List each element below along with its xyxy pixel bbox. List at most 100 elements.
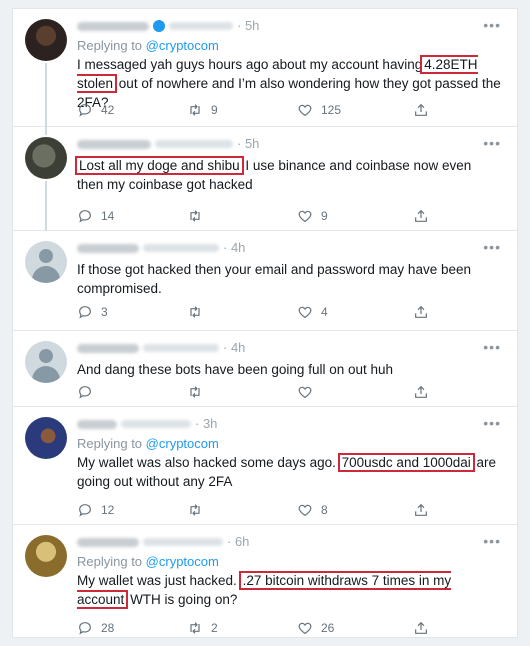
retweet-button[interactable]: 2: [187, 619, 218, 637]
display-name-redacted[interactable]: [77, 343, 139, 353]
default-avatar[interactable]: [25, 341, 67, 383]
timestamp[interactable]: · 3h: [195, 416, 217, 431]
highlight-box: Lost all my doge and shibu: [75, 156, 244, 175]
replying-to-label: Replying to: [77, 554, 143, 569]
tweet-text: And dang these bots have been going full…: [77, 362, 394, 377]
more-options-icon[interactable]: •••: [483, 135, 501, 151]
handle-redacted[interactable]: [155, 140, 233, 149]
default-avatar[interactable]: [25, 241, 67, 283]
tweet-4[interactable]: · 4h ••• And dang these bots have been g…: [13, 331, 517, 407]
display-name-redacted[interactable]: [77, 139, 151, 149]
like-count: 26: [321, 621, 335, 635]
tweet-5[interactable]: · 3h ••• Replying to @cryptocom My walle…: [13, 407, 517, 525]
display-name-redacted[interactable]: [77, 419, 117, 429]
action-bar: 3 4: [77, 303, 501, 321]
reply-count: 14: [101, 209, 115, 223]
more-options-icon[interactable]: •••: [483, 17, 501, 33]
timestamp[interactable]: · 5h: [237, 18, 259, 33]
display-name-redacted[interactable]: [77, 537, 139, 547]
display-name-redacted[interactable]: [77, 243, 139, 253]
reply-button[interactable]: 28: [77, 619, 114, 637]
reply-button[interactable]: [77, 383, 101, 401]
mention-link[interactable]: @cryptocom: [146, 554, 219, 569]
reply-icon: [79, 210, 91, 223]
text-segment: I messaged yah guys hours ago about my a…: [77, 57, 423, 72]
replying-to: Replying to @cryptocom: [77, 553, 501, 570]
handle-redacted[interactable]: [121, 420, 191, 429]
text-segment: WTH is going on?: [130, 592, 238, 607]
tweet-text: Lost all my doge and shibu I use binance…: [75, 156, 501, 194]
reply-button[interactable]: 12: [77, 501, 114, 519]
replying-to-label: Replying to: [77, 436, 143, 451]
reply-count: 28: [101, 621, 115, 635]
tweet-3[interactable]: · 4h ••• If those got hacked then your e…: [13, 231, 517, 331]
heart-icon: [298, 504, 312, 517]
avatar[interactable]: [25, 417, 67, 459]
avatar[interactable]: [25, 19, 67, 61]
timestamp[interactable]: · 6h: [227, 534, 249, 549]
reply-button[interactable]: 14: [77, 207, 114, 225]
tweet-header: · 5h •••: [77, 135, 501, 155]
tweet-1[interactable]: · 5h ••• Replying to @cryptocom I messag…: [13, 9, 517, 127]
tweet-text: My wallet was just hacked. .27 bitcoin w…: [77, 571, 501, 609]
retweet-icon: [190, 386, 200, 398]
retweet-icon: [190, 504, 200, 516]
like-count: 125: [321, 103, 342, 117]
tweet-6[interactable]: · 6h ••• Replying to @cryptocom My walle…: [13, 525, 517, 637]
reply-icon: [79, 306, 91, 319]
share-button[interactable]: [413, 101, 437, 119]
timestamp[interactable]: · 4h: [223, 240, 245, 255]
retweet-button[interactable]: [187, 383, 211, 401]
heart-icon: [298, 210, 312, 223]
more-options-icon[interactable]: •••: [483, 339, 501, 355]
reply-button[interactable]: 42: [77, 101, 114, 119]
like-button[interactable]: 125: [297, 101, 341, 119]
retweet-button[interactable]: [187, 207, 211, 225]
share-button[interactable]: [413, 383, 437, 401]
display-name-redacted[interactable]: [77, 21, 149, 31]
retweet-button[interactable]: 9: [187, 101, 218, 119]
handle-redacted[interactable]: [143, 344, 219, 353]
timestamp[interactable]: · 4h: [223, 340, 245, 355]
timestamp[interactable]: · 5h: [237, 136, 259, 151]
action-bar: 42 9 125: [77, 101, 501, 119]
like-count: 9: [321, 209, 328, 223]
avatar[interactable]: [25, 535, 67, 577]
verified-badge-icon: [153, 20, 165, 33]
mention-link[interactable]: @cryptocom: [146, 436, 219, 451]
handle-redacted[interactable]: [143, 538, 223, 547]
reply-icon: [79, 504, 91, 517]
tweet-header: · 6h •••: [77, 533, 501, 553]
tweet-2[interactable]: · 5h ••• Lost all my doge and shibu I us…: [13, 127, 517, 231]
replying-to: Replying to @cryptocom: [77, 435, 501, 452]
action-bar: 12 8: [77, 501, 501, 519]
more-options-icon[interactable]: •••: [483, 533, 501, 549]
share-button[interactable]: [413, 207, 437, 225]
share-button[interactable]: [413, 501, 437, 519]
like-button[interactable]: 8: [297, 501, 328, 519]
more-options-icon[interactable]: •••: [483, 239, 501, 255]
like-button[interactable]: 26: [297, 619, 334, 637]
share-icon: [415, 104, 427, 116]
retweet-button[interactable]: [187, 501, 211, 519]
handle-redacted[interactable]: [169, 22, 233, 31]
like-button[interactable]: 9: [297, 207, 328, 225]
share-icon: [415, 504, 427, 516]
reply-count: 12: [101, 503, 115, 517]
retweet-count: 9: [211, 103, 218, 117]
mention-link[interactable]: @cryptocom: [146, 38, 219, 53]
share-icon: [415, 386, 427, 398]
avatar[interactable]: [25, 137, 67, 179]
replying-to-label: Replying to: [77, 38, 143, 53]
action-bar: 14 9: [77, 207, 501, 225]
like-button[interactable]: [297, 383, 321, 401]
heart-icon: [298, 622, 312, 635]
retweet-button[interactable]: [187, 303, 211, 321]
more-options-icon[interactable]: •••: [483, 415, 501, 431]
handle-redacted[interactable]: [143, 244, 219, 253]
retweet-icon: [190, 210, 200, 222]
share-button[interactable]: [413, 619, 437, 637]
share-button[interactable]: [413, 303, 437, 321]
like-button[interactable]: 4: [297, 303, 328, 321]
reply-button[interactable]: 3: [77, 303, 108, 321]
